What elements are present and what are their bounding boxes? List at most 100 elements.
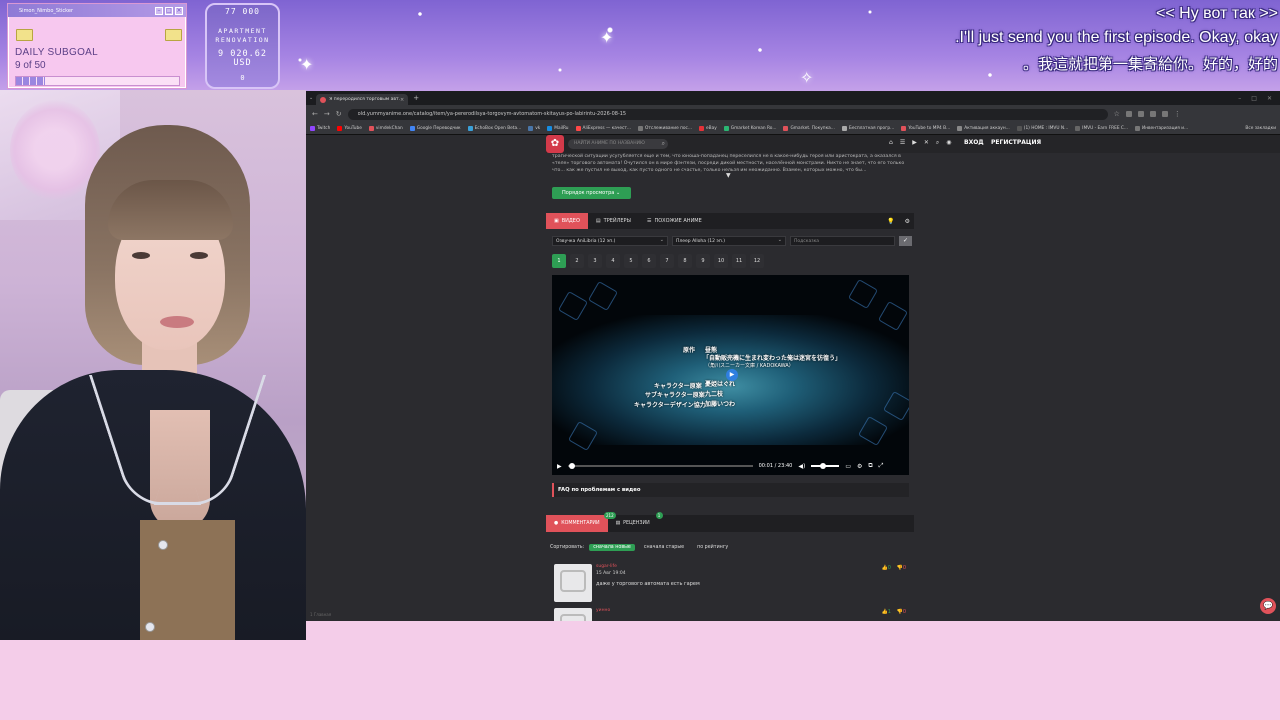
search-icon[interactable]: ⌕ (662, 139, 665, 149)
site-search-input[interactable]: НАЙТИ АНИМЕ ПО НАЗВАНИЮ ⌕ (568, 139, 668, 149)
bookmark-item[interactable]: Google Переводчик (409, 126, 461, 131)
widget-title: Simon_Nimbo_Sticker (19, 7, 74, 14)
confirm-button[interactable]: ✓ (899, 236, 912, 246)
new-tab-icon[interactable]: + (413, 94, 419, 102)
chat-bubble-icon[interactable]: 💬 (1260, 598, 1276, 614)
play-icon[interactable]: ▶ (557, 463, 562, 470)
episode-button[interactable]: 6 (642, 254, 656, 268)
list-icon[interactable]: ☰ (900, 139, 905, 147)
tab-trailers[interactable]: ▤ ТРЕЙЛЕРЫ (588, 213, 639, 229)
comment-author[interactable]: sugar-life (596, 564, 617, 569)
volume-slider[interactable] (811, 463, 840, 469)
bookmark-item[interactable]: YouTube (337, 126, 362, 131)
search-icon[interactable]: ⌕ (936, 139, 939, 147)
login-link[interactable]: ВХОД (964, 139, 984, 146)
episode-button[interactable]: 11 (732, 254, 746, 268)
episode-button[interactable]: 3 (588, 254, 602, 268)
shuffle-icon[interactable]: ✕ (924, 139, 929, 147)
comment-author[interactable]: уинно (596, 608, 610, 613)
home-icon[interactable]: ⌂ (889, 139, 893, 147)
volume-icon[interactable]: ◀) (798, 463, 805, 470)
bookmark-item[interactable]: MailRu (547, 126, 569, 131)
tab-video[interactable]: ▣ ВИДЕО (546, 213, 588, 229)
bookmark-item[interactable]: Активация аккаун... (957, 126, 1010, 131)
bookmark-item[interactable]: IMVU - Earn FREE C... (1075, 126, 1128, 131)
url-field[interactable]: old.yummyanime.one/catalog/item/ya-perer… (347, 108, 1108, 120)
bookmark-item[interactable]: vimdekChan (368, 126, 403, 131)
extension-icon[interactable] (1149, 111, 1156, 117)
fullscreen-icon[interactable]: ⤢ (879, 462, 884, 470)
extension-icon[interactable] (1161, 111, 1168, 117)
site-logo[interactable]: ✿ (546, 135, 564, 153)
avatar[interactable] (554, 564, 592, 602)
menu-icon[interactable]: ⋮ (1174, 110, 1181, 118)
bookmark-item[interactable]: EchoBox Open Beta... (467, 126, 521, 131)
episode-button[interactable]: 8 (678, 254, 692, 268)
bookmark-item[interactable]: (1) HOME : IMVU N... (1016, 126, 1068, 131)
extension-icon[interactable] (1125, 111, 1132, 117)
minimize-window-icon[interactable]: – (1238, 95, 1241, 102)
game-icon[interactable]: ◉ (946, 139, 951, 147)
lightbulb-icon[interactable]: 💡 (887, 218, 894, 225)
extension-icon[interactable] (1137, 111, 1144, 117)
volume-handle[interactable] (819, 463, 826, 469)
episode-button[interactable]: 4 (606, 254, 620, 268)
episode-button[interactable]: 1 (552, 254, 566, 268)
register-link[interactable]: РЕГИСТРАЦИЯ (991, 139, 1041, 146)
maximize-window-icon[interactable]: □ (1251, 95, 1257, 102)
play-overlay-icon[interactable]: ▶ (726, 369, 738, 381)
bookmark-item[interactable]: Инвентаризация и... (1135, 126, 1188, 131)
subtitles-icon[interactable]: ▭ (845, 463, 851, 470)
episode-button[interactable]: 10 (714, 254, 728, 268)
gear-icon[interactable]: ⚙ (905, 218, 910, 225)
sort-newest[interactable]: сначала новые (589, 544, 635, 551)
bookmark-item[interactable]: vk (528, 126, 540, 131)
player-select[interactable]: Плеер Alloha (12 эп.) ⌄ (672, 236, 786, 246)
faq-link[interactable]: FAQ по проблемам с видео (552, 483, 909, 497)
hint-input[interactable]: Подсказка (790, 236, 895, 246)
thumbs-up-icon[interactable]: 👍0 (882, 565, 891, 571)
episode-button[interactable]: 2 (570, 254, 584, 268)
bookmark-item[interactable]: AliExpress — качест... (575, 126, 631, 131)
close-window-icon[interactable]: ✕ (1267, 95, 1272, 102)
thumbs-down-icon[interactable]: 👎0 (897, 609, 906, 615)
credit-name: （角川スニーカー文庫 / KADOKAWA） (705, 363, 794, 369)
play-icon[interactable]: ▶ (912, 139, 917, 147)
watch-order-button[interactable]: Порядок просмотра ⌄ (552, 187, 631, 199)
settings-icon[interactable]: ⚙ (857, 463, 862, 470)
bookmark-item[interactable]: Twitch (310, 126, 330, 131)
video-player[interactable]: 原作 昼熊 「自動販売機に生まれ変わった俺は迷宮を彷徨う」 （角川スニーカー文庫… (552, 275, 909, 475)
forward-icon[interactable]: → (324, 110, 330, 118)
episode-button[interactable]: 12 (750, 254, 764, 268)
episode-button[interactable]: 9 (696, 254, 710, 268)
sort-rating[interactable]: по рейтингу (693, 544, 732, 551)
bookmark-star-icon[interactable]: ☆ (1114, 110, 1120, 118)
pip-icon[interactable]: ⧉ (868, 462, 872, 470)
tab-search-icon[interactable]: ⌄ (309, 95, 313, 101)
seek-handle[interactable] (569, 463, 576, 469)
all-bookmarks[interactable]: Все закладки (1245, 126, 1276, 131)
close-tab-icon[interactable]: × (400, 97, 404, 103)
bookmark-item[interactable]: Отслеживание пос... (638, 126, 692, 131)
back-icon[interactable]: ← (312, 110, 318, 118)
episode-button[interactable]: 5 (624, 254, 638, 268)
browser-tab[interactable]: Я переродился торговым авт... × (316, 94, 409, 105)
chevron-down-icon: ⌄ (659, 237, 664, 243)
bookmark-item[interactable]: Бесплатная прогр... (841, 126, 894, 131)
sort-oldest[interactable]: сначала старые (640, 544, 688, 551)
bookmark-item[interactable]: Gmarket Korean Ro... (723, 126, 776, 131)
avatar[interactable] (554, 608, 592, 621)
bookmark-item[interactable]: Gmarket. Покупка... (783, 126, 835, 131)
bookmark-item[interactable]: YouTube to MP4 B... (901, 126, 950, 131)
tab-reviews[interactable]: ▤ РЕЦЕНЗИИ 1 (608, 512, 663, 532)
seek-bar[interactable] (567, 463, 753, 469)
dub-select[interactable]: Озвучка AniLibria (12 эп.) ⌄ (552, 236, 668, 246)
thumbs-up-icon[interactable]: 👍1 (882, 609, 891, 615)
tab-comments[interactable]: ● КОММЕНТАРИИ 212 (546, 512, 616, 532)
tab-similar-anime[interactable]: ☰ ПОХОЖИЕ АНИМЕ (639, 213, 710, 229)
episode-button[interactable]: 7 (660, 254, 674, 268)
expand-description-icon[interactable]: ▼ (726, 172, 731, 179)
thumbs-down-icon[interactable]: 👎0 (897, 565, 906, 571)
bookmark-item[interactable]: eBay (699, 126, 717, 131)
reload-icon[interactable]: ↻ (336, 110, 342, 118)
